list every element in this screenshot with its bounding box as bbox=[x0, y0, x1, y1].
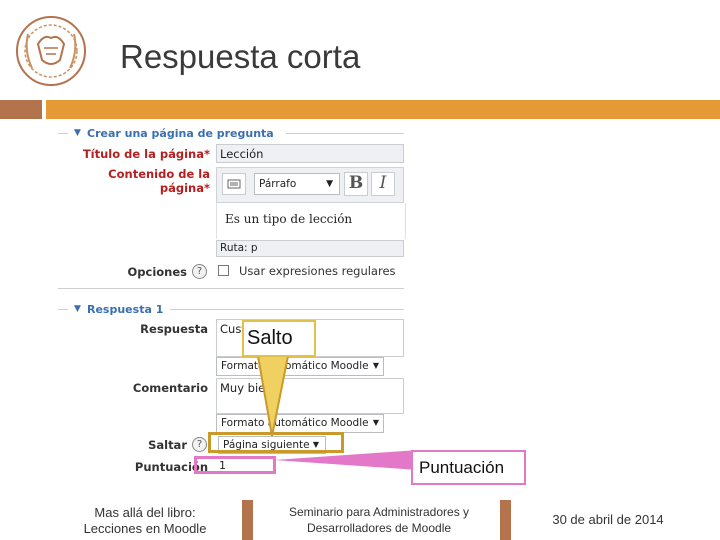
options-label: Opciones bbox=[127, 265, 188, 279]
footer-date: 30 de abril de 2014 bbox=[552, 512, 664, 527]
score-highlight-box bbox=[194, 456, 276, 474]
regex-label: Usar expresiones regulares bbox=[239, 264, 396, 278]
footer-center: Seminario para Administradores y Desarro… bbox=[256, 504, 502, 536]
content-label-line1: Contenido de la bbox=[108, 167, 210, 181]
divider bbox=[58, 309, 68, 310]
score-callout-pointer bbox=[274, 450, 418, 470]
unam-seal-logo bbox=[16, 16, 86, 86]
jump-callout: Salto bbox=[242, 320, 316, 357]
toolbar-toggle-icon[interactable] bbox=[222, 173, 246, 195]
footer-left-line2: Lecciones en Moodle bbox=[83, 521, 207, 536]
editor-path-bar: Ruta: p bbox=[216, 240, 404, 257]
score-label: Puntuación bbox=[134, 460, 208, 474]
jump-label: Saltar bbox=[148, 438, 187, 452]
italic-icon[interactable]: I bbox=[371, 172, 395, 196]
footer-left: Mas allá del libro: Lecciones en Moodle bbox=[60, 505, 230, 537]
content-label-line2: página* bbox=[159, 181, 210, 195]
help-icon[interactable]: ? bbox=[192, 264, 207, 279]
page-title-input[interactable]: Lección bbox=[216, 144, 404, 163]
footer-center-line2: Desarrolladores de Moodle bbox=[306, 521, 452, 535]
divider bbox=[58, 133, 68, 134]
comment-input[interactable]: Muy bie bbox=[216, 378, 404, 414]
section-header-answer-1[interactable]: Respuesta 1 bbox=[87, 303, 163, 316]
header-bar-left bbox=[0, 100, 42, 119]
footer-separator bbox=[242, 500, 253, 540]
page-title-label: Título de la página* bbox=[82, 147, 210, 161]
divider bbox=[170, 309, 404, 310]
footer-left-line1: Mas allá del libro: bbox=[94, 505, 196, 520]
help-icon[interactable]: ? bbox=[192, 437, 207, 452]
answer-format-select[interactable]: Formato automático Moodle ▼ bbox=[216, 357, 384, 376]
divider bbox=[58, 288, 404, 289]
slide-title: Respuesta corta bbox=[120, 38, 361, 75]
collapse-icon[interactable]: ▼ bbox=[74, 128, 81, 138]
comment-label: Comentario bbox=[132, 381, 208, 395]
regex-checkbox[interactable] bbox=[218, 265, 229, 276]
collapse-icon[interactable]: ▼ bbox=[74, 304, 81, 314]
section-header-create-page[interactable]: Crear una página de pregunta bbox=[87, 127, 274, 140]
comment-format-select[interactable]: Formato automático Moodle ▼ bbox=[216, 414, 384, 433]
bold-icon[interactable]: B bbox=[344, 172, 368, 196]
editor-text: Es un tipo de lección bbox=[225, 212, 353, 226]
editor-content-area[interactable]: Es un tipo de lección bbox=[216, 203, 406, 239]
jump-callout-pointer bbox=[256, 356, 290, 437]
header-bar-right bbox=[46, 100, 720, 119]
footer-center-line1: Seminario para Administradores y bbox=[288, 505, 470, 519]
paragraph-format-select[interactable]: Párrafo ▼ bbox=[254, 173, 340, 195]
score-callout: Puntuación bbox=[411, 450, 526, 485]
moodle-form-screenshot: ▼ Crear una página de pregunta Título de… bbox=[58, 122, 410, 482]
divider bbox=[286, 133, 404, 134]
answer-label: Respuesta bbox=[140, 322, 208, 336]
